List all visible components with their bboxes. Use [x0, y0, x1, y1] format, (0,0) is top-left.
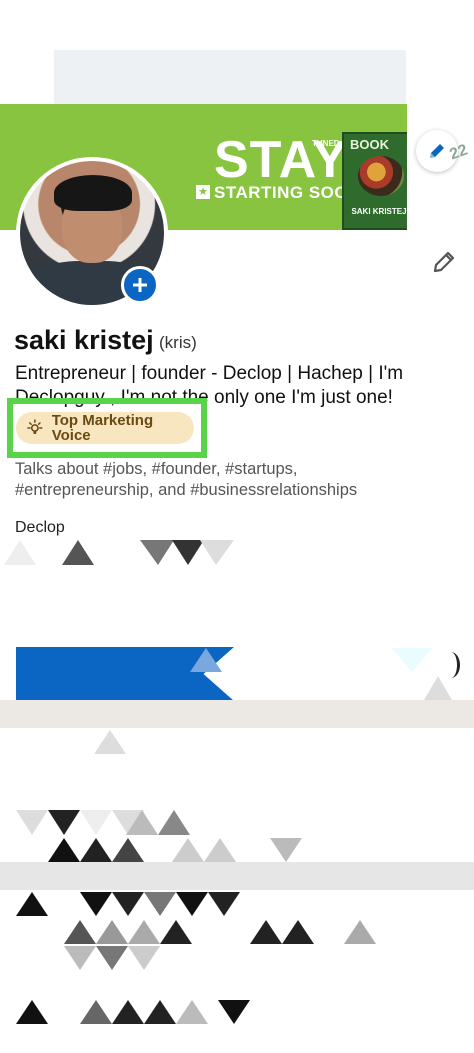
- mosaic-triangles: [4, 540, 452, 1024]
- star-icon: ★: [196, 185, 210, 199]
- plus-icon: [133, 278, 147, 292]
- add-photo-button[interactable]: [121, 266, 159, 304]
- banner-subline: STARTING SOON: [214, 183, 361, 202]
- obscured-mosaic: [4, 540, 452, 1024]
- edit-intro-button[interactable]: [428, 246, 460, 278]
- book-art: [358, 156, 404, 196]
- pencil-icon: [430, 144, 444, 158]
- book-title: BOOK: [350, 137, 389, 152]
- book-author: SAKI KRISTEJ: [351, 207, 407, 216]
- highlight-annotation: [7, 398, 207, 458]
- top-strip: [54, 50, 406, 105]
- profile-name: saki kristej: [14, 325, 154, 355]
- pronouns: (kris): [159, 333, 197, 352]
- pencil-icon: [433, 251, 455, 273]
- avatar-hair: [54, 175, 132, 211]
- book-cover: BOOK SAKI KRISTEJ: [342, 132, 407, 230]
- banner-small-word: TUNED: [312, 139, 340, 148]
- talks-about: Talks about #jobs, #founder, #startups, …: [15, 460, 358, 500]
- banner-decoration: 22: [447, 141, 470, 164]
